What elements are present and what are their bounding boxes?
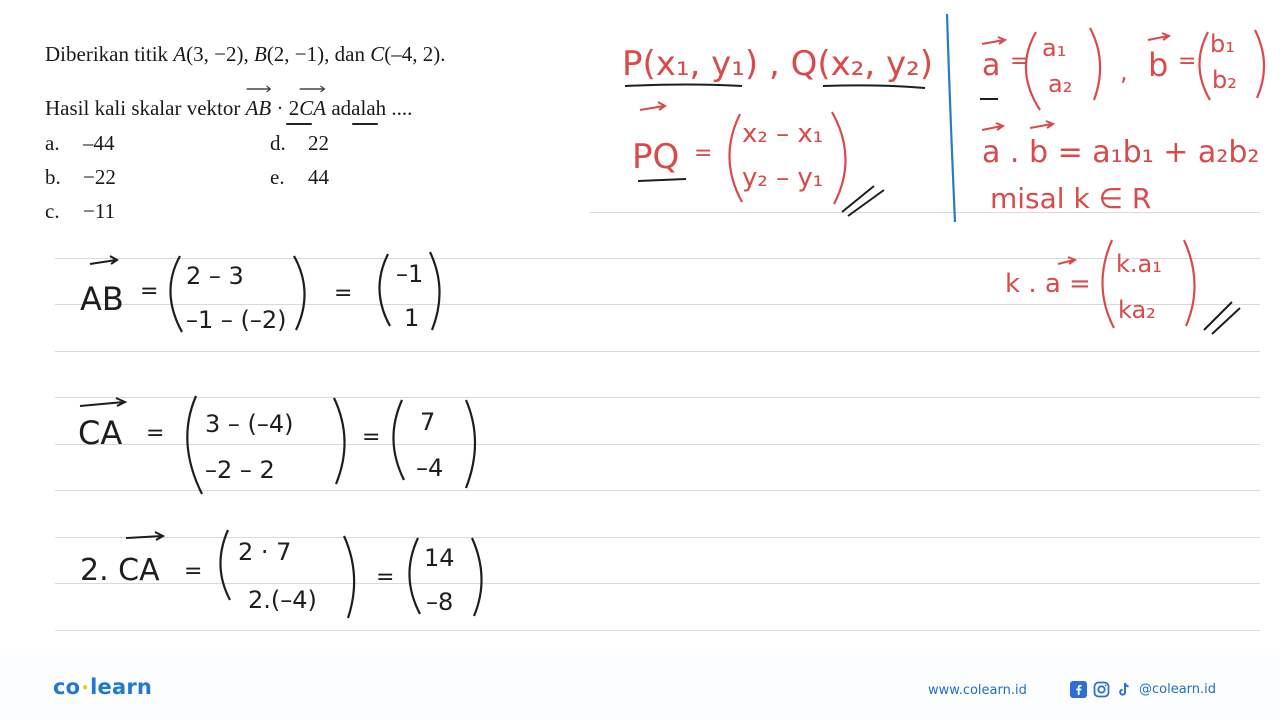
underline-mark (637, 178, 687, 182)
note-points-formula: P(x₁, y₁) , Q(x₂, y₂) (622, 44, 933, 89)
vector-arrow-icon (981, 122, 1006, 131)
end-mark (1203, 301, 1241, 335)
note-misal: misal k ∈ R (990, 182, 1151, 215)
note-pq-formula: PQ = x₂ – x₁ y₂ – y₁ (632, 101, 885, 217)
work-ca: CA = 3 – (–4) –2 – 2 = 7 –4 (78, 395, 477, 495)
bracket-right (333, 397, 346, 485)
underline-mark (822, 84, 926, 89)
bracket-right (831, 111, 847, 205)
note-pq-lhs: PQ (632, 137, 679, 177)
social-links: @colearn.id (1070, 681, 1216, 698)
svg-text:b₁: b₁ (1210, 30, 1235, 58)
bracket-right (293, 255, 306, 331)
vector-arrow-icon (79, 397, 128, 407)
work-2ca: 2. CA = 2 · 7 2.(–4) = 14 –8 (80, 529, 483, 619)
work-ab: AB = 2 – 3 –1 – (–2) = –1 1 (80, 251, 441, 334)
bracket-right (342, 535, 356, 619)
vector-arrow-icon (639, 101, 667, 111)
svg-text:b: b (1148, 46, 1168, 84)
svg-text:a: a (982, 48, 1000, 83)
social-handle[interactable]: @colearn.id (1139, 682, 1216, 697)
bracket-right (1254, 29, 1266, 99)
vector-arrow-icon (89, 255, 119, 265)
svg-text:=: = (694, 141, 712, 166)
bracket-left (378, 253, 391, 327)
bracket-left (1198, 31, 1211, 101)
vector-arrow-icon (125, 531, 166, 541)
svg-text:3 – (–4): 3 – (–4) (205, 410, 294, 438)
bracket-right (464, 399, 477, 489)
svg-text:2 – 3: 2 – 3 (186, 262, 244, 290)
separator-line (945, 13, 957, 223)
vector-arrow-icon (1147, 32, 1172, 41)
bracket-left (728, 113, 743, 203)
bracket-right (429, 251, 441, 331)
vector-arrow-icon (981, 36, 1008, 45)
bracket-left (408, 537, 421, 615)
end-mark (841, 185, 885, 217)
svg-text:2. CA: 2. CA (80, 553, 160, 588)
bracket-left (1101, 239, 1115, 329)
svg-text:=: = (184, 559, 202, 584)
note-points-text: P(x₁, y₁) , Q(x₂, y₂) (622, 44, 933, 84)
colearn-logo[interactable]: co•learn (53, 675, 152, 699)
bracket-right (470, 537, 483, 617)
svg-text:=: = (1178, 49, 1196, 74)
svg-text:b₂: b₂ (1212, 66, 1237, 94)
tiktok-icon[interactable] (1116, 681, 1133, 698)
svg-text:=: = (376, 565, 394, 590)
svg-text:2.(–4): 2.(–4) (248, 586, 317, 614)
svg-text:a₁: a₁ (1042, 34, 1066, 62)
svg-text:=: = (334, 281, 352, 306)
underline-mark (624, 83, 743, 87)
svg-text:–1 – (–2): –1 – (–2) (186, 306, 287, 334)
svg-text:–2 – 2: –2 – 2 (205, 456, 275, 484)
svg-text:–1: –1 (396, 260, 423, 288)
svg-text:2 · 7: 2 · 7 (238, 538, 291, 566)
svg-text:ka₂: ka₂ (1118, 296, 1156, 324)
handwriting-layer: P(x₁, y₁) , Q(x₂, y₂) PQ = x₂ – x₁ y₂ – … (78, 13, 1266, 619)
svg-text:=: = (140, 279, 158, 304)
note-dot-product: a . b = a₁b₁ + a₂b₂ (981, 120, 1259, 170)
svg-text:7: 7 (420, 408, 435, 436)
svg-text:k . a =: k . a = (1005, 269, 1091, 299)
svg-text:14: 14 (424, 544, 455, 572)
note-dot-formula: a . b = a₁b₁ + a₂b₂ (982, 135, 1259, 170)
bracket-left (169, 255, 183, 333)
note-ab-definition: a = a₁ a₂ , b = b₁ b₂ (980, 27, 1266, 111)
svg-text:=: = (362, 425, 380, 450)
svg-text:=: = (146, 421, 164, 446)
svg-text:CA: CA (78, 414, 122, 452)
bracket-right (1089, 27, 1102, 101)
svg-text:a₂: a₂ (1048, 70, 1072, 98)
note-scalar-multiple: k . a = k.a₁ ka₂ (1005, 239, 1241, 335)
website-link[interactable]: www.colearn.id (928, 683, 1027, 698)
bracket-right (1182, 239, 1196, 327)
facebook-icon[interactable] (1070, 681, 1087, 698)
instagram-icon[interactable] (1093, 681, 1110, 698)
bracket-left (392, 399, 405, 481)
note-pq-top: x₂ – x₁ (742, 119, 823, 149)
vector-arrow-icon (1057, 256, 1078, 265)
svg-text:AB: AB (80, 280, 124, 318)
svg-text:–4: –4 (416, 454, 443, 482)
svg-text:k.a₁: k.a₁ (1116, 250, 1162, 278)
bracket-left (186, 395, 203, 495)
svg-text:1: 1 (404, 304, 419, 332)
svg-text:,: , (1120, 58, 1128, 86)
bracket-left (219, 529, 231, 601)
vector-arrow-icon (1029, 120, 1056, 129)
note-pq-bottom: y₂ – y₁ (742, 163, 823, 193)
svg-text:–8: –8 (426, 588, 453, 616)
